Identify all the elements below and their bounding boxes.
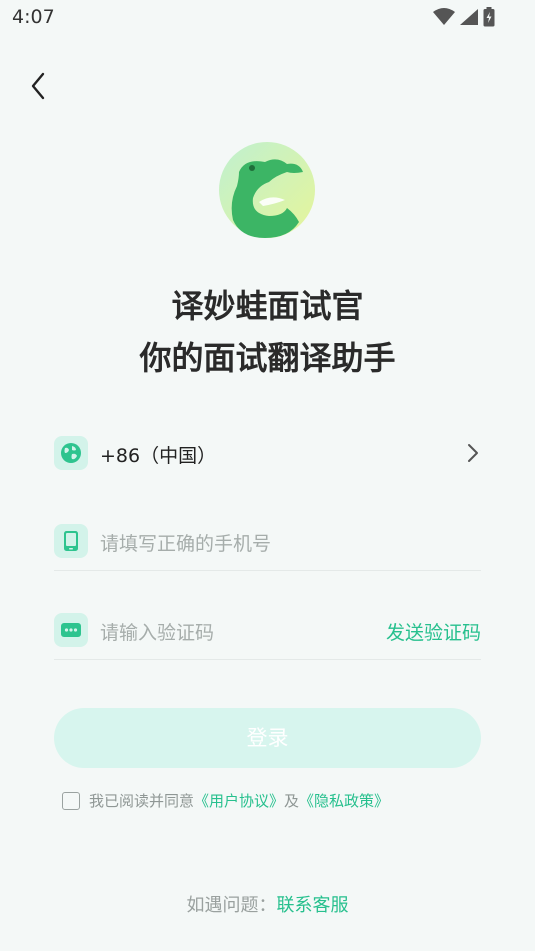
agreement-checkbox[interactable] — [62, 791, 80, 810]
chevron-right-icon — [468, 444, 478, 462]
chevron-left-icon — [31, 72, 45, 100]
phone-row: 请填写正确的手机号 — [54, 511, 481, 571]
message-icon — [54, 613, 88, 647]
user-agreement-link[interactable]: 《用户协议》 — [194, 790, 284, 811]
app-logo — [217, 142, 317, 242]
status-icons — [433, 7, 495, 27]
help-text: 如遇问题：联系客服 — [0, 891, 535, 917]
status-bar: 4:07 — [0, 0, 535, 36]
agreement: 我已阅读并同意 《用户协议》 及 《隐私政策》 — [62, 790, 389, 811]
code-input[interactable]: 请输入验证码 — [100, 618, 214, 645]
contact-support-link[interactable]: 联系客服 — [277, 895, 349, 916]
app-title: 译妙蛙面试官 — [171, 287, 364, 325]
back-button[interactable] — [18, 66, 58, 106]
status-time: 4:07 — [12, 6, 55, 28]
country-code: +86（中国） — [100, 445, 217, 467]
privacy-policy-link[interactable]: 《隐私政策》 — [299, 790, 389, 811]
wifi-icon — [433, 8, 455, 25]
agreement-and: 及 — [284, 792, 300, 810]
battery-icon — [483, 7, 495, 27]
divider — [54, 570, 481, 571]
phone-icon — [54, 524, 88, 558]
code-row: 请输入验证码 发送验证码 — [54, 600, 481, 660]
phone-input[interactable]: 请填写正确的手机号 — [100, 529, 271, 556]
app-subtitle: 你的面试翻译助手 — [139, 339, 396, 377]
agreement-prefix: 我已阅读并同意 — [89, 792, 195, 810]
country-selector[interactable]: +86（中国） — [54, 423, 481, 483]
divider — [54, 659, 481, 660]
login-button[interactable]: 登录 — [54, 708, 481, 768]
help-prefix: 如遇问题： — [186, 895, 277, 916]
signal-icon — [460, 9, 478, 25]
send-code-button[interactable]: 发送验证码 — [386, 618, 481, 645]
globe-icon — [54, 436, 88, 470]
